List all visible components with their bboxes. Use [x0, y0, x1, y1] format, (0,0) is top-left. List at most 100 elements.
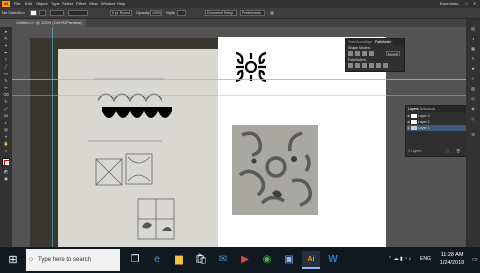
- draw-mode-icon[interactable]: ◩: [2, 169, 10, 175]
- layer-name[interactable]: Layer 2: [418, 120, 430, 124]
- taskbar-search-input[interactable]: ○ Type here to search: [26, 249, 120, 271]
- menu-select[interactable]: Select: [62, 0, 73, 8]
- crop-icon[interactable]: [369, 63, 374, 68]
- stroke-swatch[interactable]: [39, 10, 46, 16]
- stroke-weight-field[interactable]: [50, 10, 64, 16]
- delete-layer-icon[interactable]: 🗑: [456, 149, 460, 153]
- media-icon[interactable]: ▶: [236, 251, 254, 269]
- minus-front-icon[interactable]: [355, 51, 360, 56]
- menu-file[interactable]: File: [14, 0, 20, 8]
- store-icon[interactable]: 🛍: [192, 251, 210, 269]
- layers-icon[interactable]: ☰: [469, 131, 477, 138]
- swatches-icon[interactable]: ▦: [469, 45, 477, 52]
- magic-wand-tool-icon[interactable]: ✦: [2, 43, 10, 49]
- notifications-icon[interactable]: ▭: [472, 256, 478, 263]
- scallop-shapes[interactable]: [102, 107, 172, 127]
- unite-icon[interactable]: [348, 51, 353, 56]
- menu-object[interactable]: Object: [36, 0, 48, 8]
- illustrator-icon[interactable]: Ai: [302, 251, 320, 269]
- exclude-icon[interactable]: [369, 51, 374, 56]
- properties-icon[interactable]: ▤: [469, 25, 477, 32]
- placed-photo[interactable]: [30, 38, 234, 247]
- menu-window[interactable]: Window: [101, 0, 115, 8]
- chrome-icon[interactable]: ◉: [258, 251, 276, 269]
- scale-tool-icon[interactable]: ⤢: [2, 106, 10, 112]
- rotate-tool-icon[interactable]: ↻: [2, 99, 10, 105]
- layer-name[interactable]: Layer 3: [418, 114, 430, 118]
- visibility-eye-icon[interactable]: ◉: [407, 126, 410, 130]
- paintbrush-tool-icon[interactable]: ✎: [2, 78, 10, 84]
- new-layer-icon[interactable]: ▢: [446, 149, 449, 153]
- guide-line[interactable]: [12, 79, 466, 80]
- expand-button[interactable]: Expand: [386, 51, 400, 56]
- rectangle-tool-icon[interactable]: ▭: [2, 71, 10, 77]
- graphic-styles-icon[interactable]: ◇: [469, 115, 477, 122]
- symbols-icon[interactable]: ♣: [469, 65, 477, 72]
- brushes-icon[interactable]: ✎: [469, 55, 477, 62]
- guide-line[interactable]: [12, 95, 466, 96]
- tab-pathfinder[interactable]: Pathfinder: [373, 39, 393, 45]
- gradient-tool-icon[interactable]: ▤: [2, 127, 10, 133]
- guide-line[interactable]: [52, 27, 53, 247]
- direct-selection-tool-icon[interactable]: ⇱: [2, 36, 10, 42]
- menu-type[interactable]: Type: [51, 0, 60, 8]
- shape-modes-label: Shape Modes:: [348, 46, 371, 50]
- document-setup-button[interactable]: Document Setup: [205, 10, 237, 16]
- selection-tool-icon[interactable]: ➤: [2, 29, 10, 35]
- arrange-documents-icon[interactable]: ▦: [270, 8, 274, 18]
- tile-photo[interactable]: [232, 125, 318, 215]
- fill-swatch[interactable]: [30, 10, 37, 16]
- menu-effect[interactable]: Effect: [76, 0, 86, 8]
- photos-icon[interactable]: ▣: [280, 251, 298, 269]
- language-indicator[interactable]: ENG: [420, 256, 431, 262]
- screen-mode-icon[interactable]: ▣: [2, 176, 10, 182]
- pencil-tool-icon[interactable]: ✏: [2, 85, 10, 91]
- tab-artboards[interactable]: Artboards: [418, 106, 437, 112]
- shape-builder-tool-icon[interactable]: ◐: [2, 120, 10, 126]
- variable-width-profile[interactable]: [68, 10, 88, 16]
- type-tool-icon[interactable]: T: [2, 57, 10, 63]
- appearance-icon[interactable]: ◈: [469, 105, 477, 112]
- close-icon[interactable]: ✕: [471, 0, 478, 8]
- divide-icon[interactable]: [348, 63, 353, 68]
- task-view-icon[interactable]: ❐: [126, 251, 144, 269]
- edge-icon[interactable]: e: [148, 251, 166, 269]
- line-tool-icon[interactable]: ╱: [2, 64, 10, 70]
- style-dropdown[interactable]: [177, 10, 186, 16]
- visibility-eye-icon[interactable]: ◉: [407, 114, 410, 118]
- gradient-icon[interactable]: ▧: [469, 85, 477, 92]
- windows-start-icon[interactable]: ⊞: [0, 247, 26, 273]
- system-clock[interactable]: 11:28 AM 1/24/2018: [432, 251, 472, 267]
- eyedropper-tool-icon[interactable]: ⌖: [2, 134, 10, 140]
- word-icon[interactable]: W: [324, 251, 342, 269]
- tray-icons[interactable]: ⌃ ☁ ▮ ◔ ♪: [388, 256, 411, 262]
- stroke-icon[interactable]: ≡: [469, 75, 477, 82]
- hand-tool-icon[interactable]: ✋: [2, 141, 10, 147]
- opacity-field[interactable]: 100%: [150, 10, 162, 16]
- intersect-icon[interactable]: [362, 51, 367, 56]
- trim-icon[interactable]: [355, 63, 360, 68]
- zoom-tool-icon[interactable]: ⌕: [2, 148, 10, 154]
- minus-back-icon[interactable]: [383, 63, 388, 68]
- menu-edit[interactable]: Edit: [25, 0, 32, 8]
- layer-row[interactable]: ◉ Layer 1: [407, 125, 469, 131]
- document-tab[interactable]: Untitled-1* @ 125% (CMYK/Preview): [12, 19, 86, 27]
- mail-icon[interactable]: ✉: [214, 251, 232, 269]
- brush-definition-dropdown[interactable]: 5 pt. Round: [110, 10, 132, 16]
- menu-view[interactable]: View: [89, 0, 98, 8]
- outline-icon[interactable]: [376, 63, 381, 68]
- menu-help[interactable]: Help: [117, 0, 125, 8]
- layer-name[interactable]: Layer 1: [418, 126, 430, 130]
- preferences-button[interactable]: Preferences: [240, 10, 265, 16]
- pen-tool-icon[interactable]: ✒: [2, 50, 10, 56]
- transparency-icon[interactable]: ◎: [469, 95, 477, 102]
- eraser-tool-icon[interactable]: ⌫: [2, 92, 10, 98]
- stroke-color-icon[interactable]: [4, 160, 10, 166]
- visibility-eye-icon[interactable]: ◉: [407, 120, 410, 124]
- width-tool-icon[interactable]: ⋈: [2, 113, 10, 119]
- merge-icon[interactable]: [362, 63, 367, 68]
- color-icon[interactable]: ◑: [469, 35, 477, 42]
- maximize-icon[interactable]: □: [463, 0, 470, 8]
- file-explorer-icon[interactable]: ▆: [170, 251, 188, 269]
- minimize-icon[interactable]: –: [455, 0, 462, 8]
